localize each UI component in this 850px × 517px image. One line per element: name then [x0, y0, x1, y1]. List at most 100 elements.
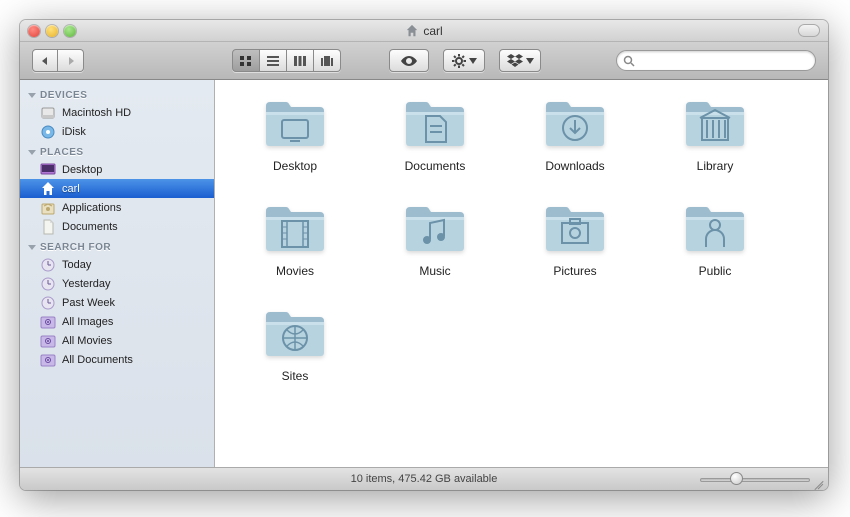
clock-icon: [40, 276, 56, 292]
disclosure-triangle-icon: [28, 93, 36, 98]
sidebar-item-applications[interactable]: Applications: [20, 198, 214, 217]
coverflow-view-button[interactable]: [314, 49, 341, 72]
back-button[interactable]: [32, 49, 58, 72]
smart-icon: [40, 314, 56, 330]
sidebar-item-today[interactable]: Today: [20, 255, 214, 274]
sidebar-section-label: SEARCH FOR: [40, 242, 111, 253]
sidebar-item-documents[interactable]: Documents: [20, 217, 214, 236]
sidebar-section-header[interactable]: DEVICES: [20, 84, 214, 103]
icon-view-button[interactable]: [232, 49, 260, 72]
action-button[interactable]: [443, 49, 485, 72]
sidebar-section-header[interactable]: SEARCH FOR: [20, 236, 214, 255]
titlebar[interactable]: carl: [20, 20, 828, 42]
back-icon: [40, 56, 50, 66]
folder-label: Movies: [276, 264, 314, 278]
folder-label: Downloads: [545, 159, 604, 173]
hdd-icon: [40, 105, 56, 121]
sidebar-item-label: All Images: [62, 316, 113, 328]
forward-icon: [66, 56, 76, 66]
close-button[interactable]: [28, 25, 40, 37]
folder-desktop[interactable]: Desktop: [225, 98, 365, 173]
toolbar-toggle-button[interactable]: [798, 24, 820, 37]
view-mode-buttons: [232, 49, 341, 72]
smart-icon: [40, 333, 56, 349]
list-view-button[interactable]: [260, 49, 287, 72]
window-title: carl: [20, 24, 828, 38]
sidebar-item-label: All Documents: [62, 354, 133, 366]
sidebar-item-label: Documents: [62, 221, 118, 233]
search-field[interactable]: [616, 50, 816, 71]
sidebar-item-label: iDisk: [62, 126, 86, 138]
folder-movies[interactable]: Movies: [225, 203, 365, 278]
slider-thumb[interactable]: [730, 472, 743, 485]
icon-size-slider[interactable]: [700, 471, 810, 487]
docs-icon: [40, 219, 56, 235]
folder-icon: [542, 203, 608, 258]
smart-icon: [40, 352, 56, 368]
folder-pictures[interactable]: Pictures: [505, 203, 645, 278]
sidebar-section-label: DEVICES: [40, 90, 87, 101]
clock-icon: [40, 257, 56, 273]
sidebar-item-carl[interactable]: carl: [20, 179, 214, 198]
sidebar-item-desktop[interactable]: Desktop: [20, 160, 214, 179]
gear-icon: [452, 54, 466, 68]
chevron-down-icon: [526, 58, 534, 64]
forward-button[interactable]: [58, 49, 84, 72]
coverflow-view-icon: [320, 55, 334, 67]
sidebar-item-all-movies[interactable]: All Movies: [20, 331, 214, 350]
content-area[interactable]: Desktop Documents Downloads Library Movies Mu…: [215, 80, 828, 467]
sidebar-item-label: Desktop: [62, 164, 102, 176]
folder-sites[interactable]: Sites: [225, 308, 365, 383]
folder-library[interactable]: Library: [645, 98, 785, 173]
folder-icon: [682, 203, 748, 258]
finder-window: carl: [20, 20, 828, 490]
sidebar-item-macintosh-hd[interactable]: Macintosh HD: [20, 103, 214, 122]
sidebar-item-label: All Movies: [62, 335, 112, 347]
minimize-button[interactable]: [46, 25, 58, 37]
folder-label: Documents: [405, 159, 466, 173]
nav-buttons: [32, 49, 84, 72]
folder-label: Music: [419, 264, 450, 278]
quicklook-button[interactable]: [389, 49, 429, 72]
sidebar-item-label: Macintosh HD: [62, 107, 131, 119]
chevron-down-icon: [469, 58, 477, 64]
folder-documents[interactable]: Documents: [365, 98, 505, 173]
disclosure-triangle-icon: [28, 245, 36, 250]
zoom-button[interactable]: [64, 25, 76, 37]
sidebar-section-header[interactable]: PLACES: [20, 141, 214, 160]
folder-label: Sites: [282, 369, 309, 383]
folder-icon: [402, 203, 468, 258]
column-view-icon: [293, 55, 307, 67]
sidebar-item-all-documents[interactable]: All Documents: [20, 350, 214, 369]
sidebar-item-idisk[interactable]: iDisk: [20, 122, 214, 141]
icon-view-icon: [239, 55, 253, 67]
folder-downloads[interactable]: Downloads: [505, 98, 645, 173]
sidebar-item-all-images[interactable]: All Images: [20, 312, 214, 331]
sidebar-item-label: Yesterday: [62, 278, 111, 290]
idisk-icon: [40, 124, 56, 140]
dropbox-icon: [507, 54, 523, 68]
apps-icon: [40, 200, 56, 216]
folder-label: Library: [697, 159, 734, 173]
slider-track: [700, 478, 810, 482]
folder-label: Pictures: [553, 264, 596, 278]
sidebar-item-yesterday[interactable]: Yesterday: [20, 274, 214, 293]
resize-grip[interactable]: [813, 476, 825, 488]
home-icon: [40, 181, 56, 197]
folder-icon: [402, 98, 468, 153]
folder-icon: [542, 98, 608, 153]
toolbar: [20, 42, 828, 80]
eye-icon: [400, 55, 418, 67]
dropbox-button[interactable]: [499, 49, 541, 72]
sidebar-item-label: Past Week: [62, 297, 115, 309]
search-input[interactable]: [639, 55, 809, 67]
disclosure-triangle-icon: [28, 150, 36, 155]
folder-music[interactable]: Music: [365, 203, 505, 278]
column-view-button[interactable]: [287, 49, 314, 72]
desktop-icon: [40, 162, 56, 178]
sidebar-item-past-week[interactable]: Past Week: [20, 293, 214, 312]
folder-public[interactable]: Public: [645, 203, 785, 278]
folder-icon: [682, 98, 748, 153]
sidebar-item-label: Today: [62, 259, 91, 271]
folder-label: Public: [699, 264, 732, 278]
